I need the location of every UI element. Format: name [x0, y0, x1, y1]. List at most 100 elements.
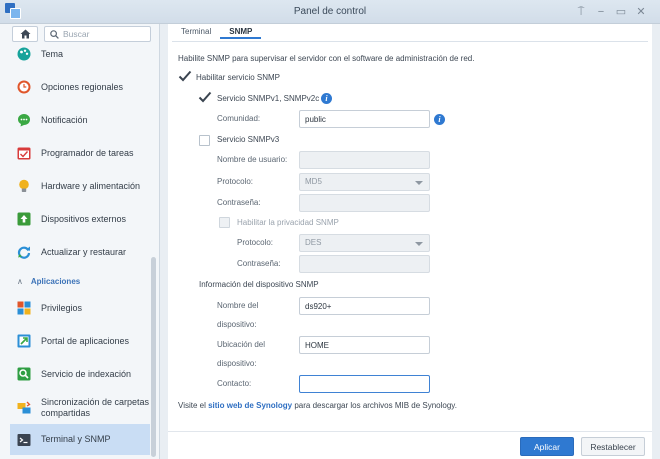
sidebar-item-indexing[interactable]: Servicio de indexación [10, 360, 150, 388]
maximize-icon[interactable]: ▭ [614, 5, 628, 19]
priv-protocol-select[interactable]: DES [299, 234, 430, 252]
theme-icon [17, 47, 31, 61]
sidebar-section-label: Aplicaciones [30, 276, 81, 286]
snmp-v1v2c-label: Servicio SNMPv1, SNMPv2c [217, 94, 320, 103]
calendar-icon [17, 146, 31, 160]
sidebar-item-hardware-power[interactable]: Hardware y alimentación [10, 172, 150, 200]
info-icon[interactable]: i [321, 93, 332, 104]
sidebar-item-privileges[interactable]: Privilegios [10, 294, 150, 322]
sidebar-item-label: Programador de tareas [41, 147, 134, 158]
snmp-v3-label: Servicio SNMPv3 [217, 135, 280, 144]
sidebar-item-label-line2: compartidas [41, 408, 91, 418]
sidebar-item-regional[interactable]: Opciones regionales [10, 73, 150, 101]
synology-website-link[interactable]: sitio web de Synology [208, 401, 292, 410]
sync-icon [17, 401, 31, 415]
priv-password-label: Contraseña: [237, 259, 281, 268]
window-title: Panel de control [293, 6, 367, 17]
minimize-icon[interactable]: − [594, 5, 608, 19]
refresh-icon [17, 245, 31, 259]
search-input[interactable] [63, 28, 149, 40]
window-right-edge [652, 24, 660, 459]
checkmark-icon [178, 70, 192, 82]
protocol-select[interactable]: MD5 [299, 173, 430, 191]
title-bar: Panel de control ⍑ − ▭ ✕ [0, 0, 660, 24]
password-input[interactable] [299, 194, 430, 212]
privacy-checkbox[interactable] [219, 217, 230, 228]
reset-button[interactable]: Restablecer [581, 437, 645, 456]
sidebar-item-label: Dispositivos externos [41, 213, 127, 224]
sidebar-item-label: Sincronización de carpetas compartidas [41, 397, 149, 419]
snmp-v1v2c-checkbox[interactable] [198, 91, 212, 104]
sidebar-item-label: Servicio de indexación [41, 368, 132, 379]
sidebar-item-task-scheduler[interactable]: Programador de tareas [10, 139, 150, 167]
username-input[interactable] [299, 151, 430, 169]
close-icon[interactable]: ✕ [634, 5, 648, 19]
device-location-label: Ubicación del [217, 340, 266, 349]
footer-divider [168, 431, 652, 432]
clock-icon [17, 80, 31, 94]
sidebar-item-label: Privilegios [41, 302, 83, 313]
sidebar-item-app-portal[interactable]: Portal de aplicaciones [10, 327, 150, 355]
sidebar-item-terminal-snmp[interactable]: Terminal y SNMP [10, 424, 150, 455]
enable-snmp-checkbox[interactable] [178, 70, 192, 83]
sidebar-item-shared-folder-sync[interactable]: Sincronización de carpetas compartidas [10, 393, 150, 423]
priv-protocol-value: DES [305, 238, 322, 247]
sidebar-scrollbar[interactable] [151, 257, 156, 457]
sidebar-item-label-line1: Sincronización de carpetas [41, 397, 150, 407]
sidebar-item-update-restore[interactable]: Actualizar y restaurar [10, 238, 150, 266]
sidebar-item-notification[interactable]: Notificación [10, 106, 150, 134]
terminal-icon [17, 433, 31, 447]
tab-bar: Terminal SNMP [172, 24, 262, 42]
mib-text-prefix: Visite el [178, 401, 209, 410]
privileges-icon [17, 301, 31, 315]
chevron-down-icon [415, 242, 423, 246]
sidebar-item-external-devices[interactable]: Dispositivos externos [10, 205, 150, 233]
community-input[interactable] [299, 110, 430, 128]
sidebar-item-theme[interactable]: Tema [10, 40, 150, 68]
sidebar-item-label: Notificación [41, 114, 88, 125]
username-label: Nombre de usuario: [217, 155, 288, 164]
device-name-label-2: dispositivo: [217, 320, 257, 329]
sidebar-item-label: Terminal y SNMP [41, 434, 111, 444]
device-name-input[interactable] [299, 297, 430, 315]
device-location-label-2: dispositivo: [217, 359, 257, 368]
chat-icon [17, 113, 31, 127]
checkmark-icon [198, 91, 212, 103]
main-panel: Terminal SNMP Habilite SNMP para supervi… [168, 24, 652, 459]
info-icon[interactable]: i [434, 114, 445, 125]
chevron-down-icon [415, 181, 423, 185]
snmp-intro-text: Habilite SNMP para supervisar el servido… [178, 54, 475, 63]
tab-snmp[interactable]: SNMP [220, 24, 262, 39]
sidebar-item-label: Tema [41, 48, 64, 59]
index-icon [17, 367, 31, 381]
sidebar-item-label: Hardware y alimentación [41, 180, 141, 191]
protocol-label: Protocolo: [217, 177, 254, 186]
tab-terminal[interactable]: Terminal [172, 24, 220, 39]
device-name-label: Nombre del [217, 301, 259, 310]
search-icon [50, 30, 59, 39]
portal-icon [17, 334, 31, 348]
mib-download-text: Visite el sitio web de Synology para des… [178, 401, 457, 410]
home-icon [20, 29, 31, 39]
mib-text-suffix: para descargar los archivos MIB de Synol… [292, 401, 457, 410]
upload-icon [17, 212, 31, 226]
sidebar-section-applications[interactable]: ∧ Aplicaciones [10, 273, 150, 289]
priv-password-input[interactable] [299, 255, 430, 273]
protocol-value: MD5 [305, 177, 322, 186]
tab-divider [172, 41, 648, 42]
privacy-label: Habilitar la privacidad SNMP [237, 218, 339, 227]
contact-label: Contacto: [217, 379, 252, 388]
sidebar-item-label: Actualizar y restaurar [41, 246, 127, 257]
device-location-input[interactable] [299, 336, 430, 354]
contact-input[interactable] [299, 375, 430, 393]
enable-snmp-label: Habilitar servicio SNMP [196, 73, 281, 82]
bulb-icon [17, 179, 31, 193]
pin-icon[interactable]: ⍑ [574, 5, 588, 19]
sidebar-item-label: Opciones regionales [41, 81, 124, 92]
device-info-heading: Información del dispositivo SNMP [199, 280, 319, 289]
snmp-v3-checkbox[interactable] [199, 135, 210, 146]
priv-protocol-label: Protocolo: [237, 238, 274, 247]
community-label: Comunidad: [217, 114, 261, 123]
password-label: Contraseña: [217, 198, 261, 207]
apply-button[interactable]: Aplicar [520, 437, 574, 456]
